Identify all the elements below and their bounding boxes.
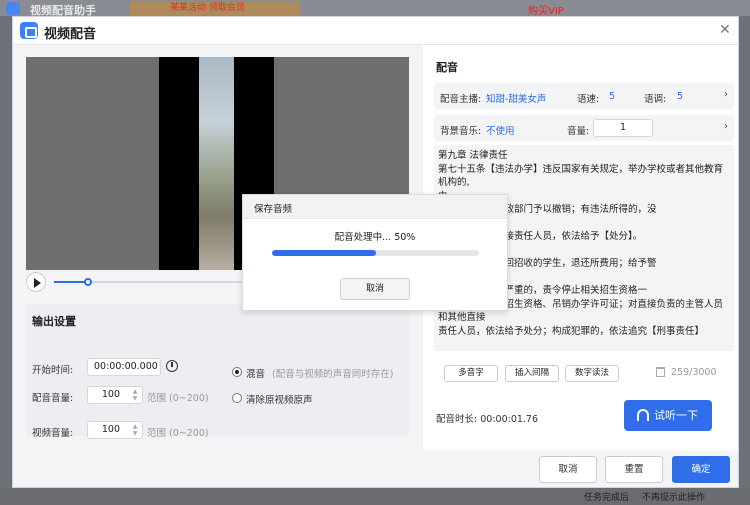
dub-volume-value: 100 <box>101 389 120 400</box>
start-time-label: 开始时间: <box>32 365 74 376</box>
popup-title: 保存音频 <box>254 204 293 215</box>
number-reading-button[interactable]: 数字读法 <box>565 365 619 382</box>
mix-radio[interactable] <box>232 367 242 377</box>
bgm-volume-label: 音量: <box>567 126 590 137</box>
app-logo-icon <box>6 2 20 15</box>
clock-icon[interactable] <box>166 360 178 372</box>
bgm-row[interactable]: 背景音乐: 不使用 音量: 1 › <box>434 115 734 141</box>
duration-value: 00:00:01.76 <box>480 414 539 425</box>
dubbing-title: 配音 <box>436 61 458 74</box>
speed-label: 语速: <box>577 94 600 105</box>
pitch-label: 语调: <box>644 94 667 105</box>
play-button[interactable] <box>26 272 46 292</box>
background-bottom-left: 任务完成后 <box>584 493 630 503</box>
clear-original-radio[interactable] <box>232 393 242 403</box>
mix-hint: (配音与视频的声音同时存在) <box>272 369 394 380</box>
background-bottom-bar <box>0 488 750 505</box>
text-line: 和其他直接 <box>438 312 486 323</box>
bgm-volume-input[interactable]: 1 <box>593 119 653 137</box>
duration-label: 配音时长: <box>436 414 478 425</box>
anchor-row[interactable]: 配音主播: 知甜-甜美女声 语速: 5 语调: 5 › <box>434 83 734 109</box>
char-counter: 259/3000 <box>671 367 717 378</box>
insert-pause-button[interactable]: 插入间隔 <box>505 365 559 382</box>
video-volume-range: 范围 (0~200) <box>147 428 209 439</box>
listen-label: 试听一下 <box>654 409 698 422</box>
dialog-header: 视频配音 ✕ <box>13 17 738 45</box>
vip-link: 购买VIP <box>528 6 564 17</box>
save-audio-popup: 保存音频 配音处理中... 50% 取消 <box>242 194 508 311</box>
playback-handle[interactable] <box>84 278 93 286</box>
anchor-label: 配音主播: <box>440 94 482 105</box>
dub-volume-range: 范围 (0~200) <box>147 393 209 404</box>
cancel-button[interactable]: 取消 <box>539 456 597 483</box>
headphones-icon <box>637 409 649 421</box>
video-dubbing-icon <box>20 22 38 39</box>
popup-progress-fill <box>272 250 376 256</box>
reset-button[interactable]: 重置 <box>605 456 663 483</box>
text-line: 第七十五条【违法办学】违反国家有关规定，举办学校或者其他教育 <box>438 163 724 175</box>
video-thumbnail <box>199 57 234 270</box>
chevron-right-icon[interactable]: › <box>724 121 728 132</box>
video-volume-value: 100 <box>101 424 120 435</box>
bgm-value[interactable]: 不使用 <box>486 123 515 137</box>
polyphone-button[interactable]: 多音字 <box>444 365 498 382</box>
promo-banner: 某某活动 领取会员 <box>130 2 300 15</box>
trash-icon[interactable] <box>656 367 665 377</box>
dub-duration: 配音时长: 00:00:01.76 <box>436 411 538 425</box>
background-bottom-right: 不再提示此操作 <box>642 493 706 503</box>
text-line: 责任人员，依法给予处分；构成犯罪的，依法追究【刑事责任】 <box>438 325 705 337</box>
mix-label: 混音 <box>246 369 266 380</box>
start-time-input[interactable]: 00:00:00.000 <box>87 358 161 376</box>
output-settings-title: 输出设置 <box>32 315 76 328</box>
stepper-arrows-icon[interactable]: ▲ ▼ <box>130 423 140 437</box>
pitch-value[interactable]: 5 <box>677 91 683 102</box>
popup-status: 配音处理中... 50% <box>334 232 416 243</box>
popup-progress-bar <box>272 250 479 256</box>
text-line: 第九章 法律责任 <box>438 150 508 161</box>
popup-header: 保存音频 <box>243 195 507 219</box>
dub-volume-stepper[interactable]: 100 ▲ ▼ <box>87 386 143 404</box>
chevron-right-icon[interactable]: › <box>724 89 728 100</box>
playback-progress[interactable] <box>54 278 244 286</box>
output-settings: 输出设置 开始时间: 00:00:00.000 配音音量: 100 ▲ ▼ 范围 … <box>26 304 409 439</box>
dialog-title: 视频配音 <box>44 27 97 42</box>
bgm-label: 背景音乐: <box>440 126 482 137</box>
playback-progress-fill <box>54 281 89 283</box>
clear-original-label: 清除原视频原声 <box>246 395 313 406</box>
close-icon[interactable]: ✕ <box>719 22 731 38</box>
speed-value[interactable]: 5 <box>609 91 615 102</box>
dub-volume-label: 配音音量: <box>32 393 74 404</box>
ok-button[interactable]: 确定 <box>672 456 730 483</box>
text-line: 机构的, <box>438 177 470 188</box>
popup-cancel-button[interactable]: 取消 <box>340 278 410 300</box>
listen-button[interactable]: 试听一下 <box>624 400 712 431</box>
video-volume-label: 视频音量: <box>32 428 74 439</box>
stepper-arrows-icon[interactable]: ▲ ▼ <box>130 388 140 402</box>
video-volume-stepper[interactable]: 100 ▲ ▼ <box>87 421 143 439</box>
background-titlebar <box>0 0 750 16</box>
anchor-value[interactable]: 知甜-甜美女声 <box>486 91 546 105</box>
